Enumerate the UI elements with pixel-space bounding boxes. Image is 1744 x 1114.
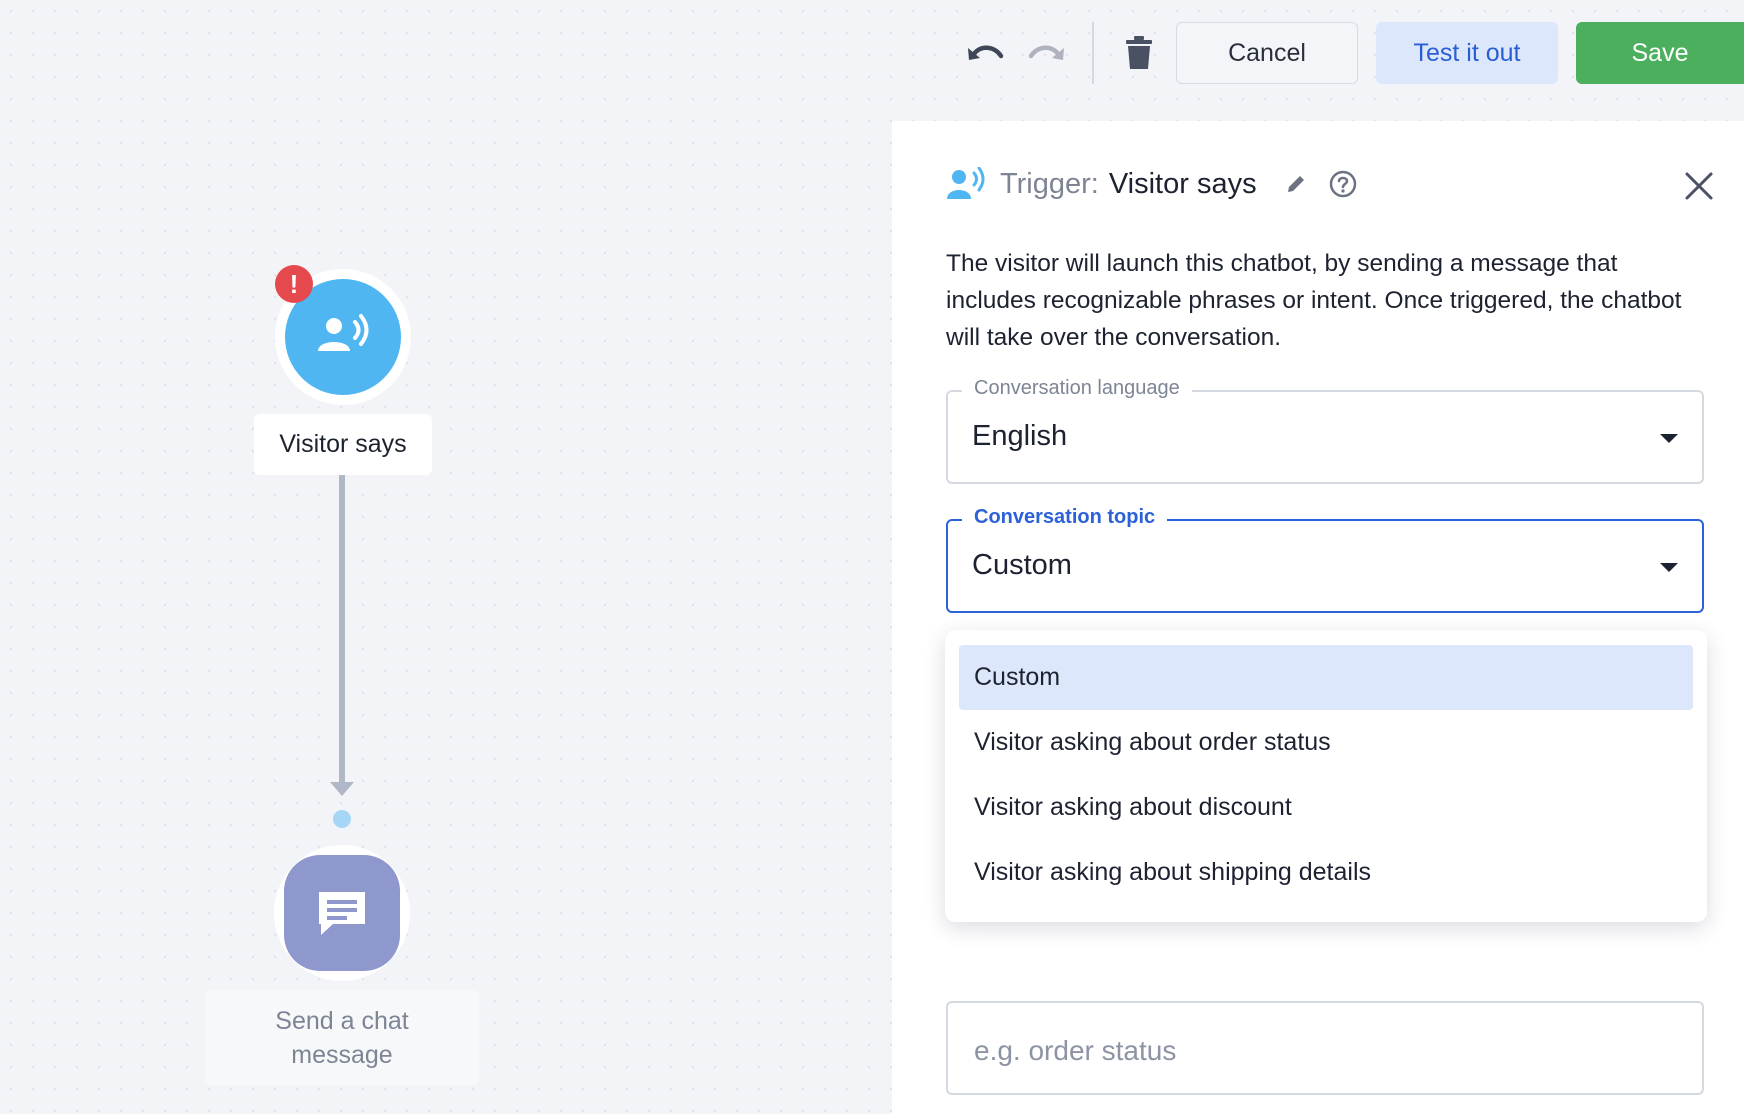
phrase-input[interactable]: e.g. order status [946, 1001, 1704, 1095]
action-node-inner [284, 855, 400, 971]
chat-message-icon [319, 892, 365, 935]
dropdown-option-discount[interactable]: Visitor asking about discount [959, 775, 1693, 840]
redo-icon[interactable] [1016, 22, 1078, 84]
save-button[interactable]: Save [1576, 22, 1744, 84]
conversation-language-value: English [972, 420, 1068, 452]
conversation-topic-value: Custom [972, 549, 1072, 581]
edit-pencil-icon[interactable] [1285, 173, 1307, 195]
node-connector [330, 475, 354, 828]
trigger-description: The visitor will launch this chatbot, by… [946, 250, 1682, 351]
trigger-node-label[interactable]: Visitor says [254, 414, 432, 475]
cancel-button[interactable]: Cancel [1176, 22, 1358, 84]
trigger-name: Visitor says [1108, 167, 1257, 200]
error-badge: ! [275, 265, 313, 303]
action-node-circle[interactable] [274, 845, 410, 981]
action-node-label[interactable]: Send a chat message [205, 990, 479, 1085]
panel-header: Trigger: Visitor says [946, 161, 1357, 207]
phrase-input-placeholder: e.g. order status [974, 1035, 1177, 1066]
test-it-out-button[interactable]: Test it out [1376, 22, 1558, 84]
conversation-language-label: Conversation language [962, 377, 1192, 400]
close-icon[interactable] [1682, 169, 1716, 203]
chevron-down-icon [1660, 434, 1678, 443]
top-toolbar: Cancel Test it out Save [954, 22, 1744, 84]
trigger-prefix: Trigger: [1000, 167, 1099, 200]
conversation-topic-select[interactable]: Conversation topic Custom [946, 506, 1704, 613]
toolbar-divider [1092, 22, 1094, 84]
undo-icon[interactable] [954, 22, 1016, 84]
conversation-topic-label: Conversation topic [962, 506, 1168, 529]
visitor-voice-icon [318, 314, 369, 351]
conversation-language-select[interactable]: Conversation language English [946, 377, 1704, 484]
dropdown-option-order-status[interactable]: Visitor asking about order status [959, 710, 1693, 775]
conversation-topic-dropdown: Custom Visitor asking about order status… [945, 630, 1707, 922]
dropdown-option-custom[interactable]: Custom [959, 645, 1693, 710]
chevron-down-icon [1660, 563, 1678, 572]
dropdown-option-shipping-details[interactable]: Visitor asking about shipping details [959, 840, 1693, 905]
trash-icon[interactable] [1108, 22, 1170, 84]
trigger-settings-panel: Trigger: Visitor says The visitor will l… [892, 121, 1744, 1114]
visitor-voice-icon [947, 167, 985, 199]
help-icon[interactable] [1329, 170, 1357, 198]
